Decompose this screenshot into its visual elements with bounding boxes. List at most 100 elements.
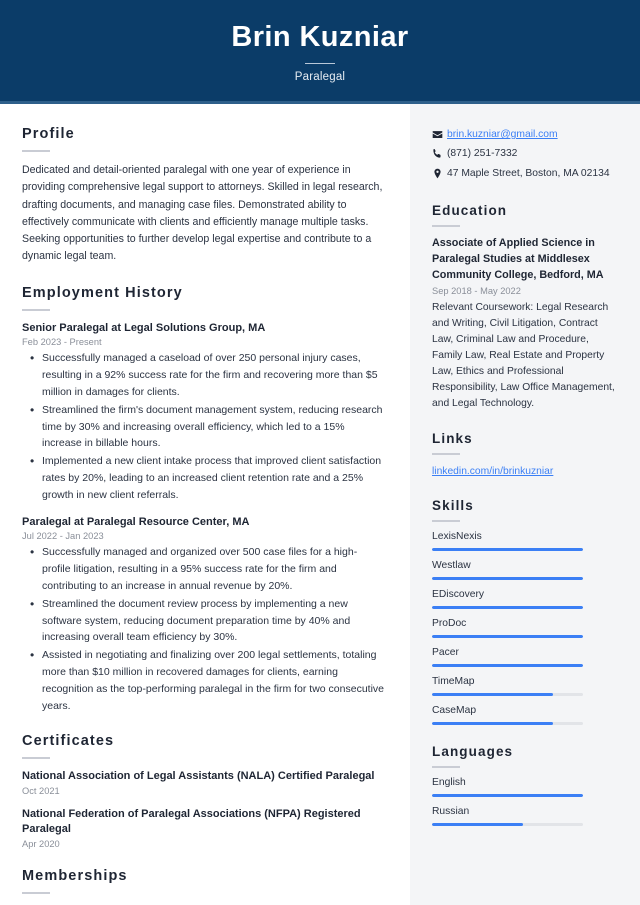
job-entry: Senior Paralegal at Legal Solutions Grou… xyxy=(22,321,384,504)
skill-label: Pacer xyxy=(432,647,459,659)
skill-bar-fill xyxy=(432,664,583,668)
skill-bar-fill xyxy=(432,722,553,726)
job-date: Feb 2023 - Present xyxy=(22,337,102,348)
candidate-job-title: Paralegal xyxy=(294,70,346,83)
skill-item: TimeMap xyxy=(432,676,616,697)
job-bullet: Assisted in negotiating and finalizing o… xyxy=(22,646,384,714)
heading-rule xyxy=(22,150,50,152)
contact-row-email: brin.kuzniar@gmail.com xyxy=(432,128,616,142)
sidebar-column: brin.kuzniar@gmail.com (871) 251-7332 47… xyxy=(410,104,640,905)
section-heading-skills: Skills xyxy=(432,498,474,514)
contact-row-phone: (871) 251-7332 xyxy=(432,147,616,161)
phone-icon xyxy=(432,147,447,159)
skill-label: LexisNexis xyxy=(432,531,482,543)
job-bullet: Successfully managed and organized over … xyxy=(22,543,384,594)
skill-item: EDiscovery xyxy=(432,589,616,610)
skill-bar-fill xyxy=(432,693,553,697)
job-date: Jul 2022 - Jan 2023 xyxy=(22,531,104,542)
language-bar-fill xyxy=(432,794,583,798)
certificate-title: National Federation of Paralegal Associa… xyxy=(22,808,361,836)
section-heading-languages: Languages xyxy=(432,744,514,760)
section-heading-employment: Employment History xyxy=(22,284,183,301)
skill-bar-track xyxy=(432,664,583,668)
address-text: 47 Maple Street, Boston, MA 02134 xyxy=(447,167,610,179)
skill-bar-fill xyxy=(432,577,583,581)
job-bullet: Streamlined the firm's document manageme… xyxy=(22,401,384,452)
skill-bar-track xyxy=(432,722,583,726)
job-title: Senior Paralegal at Legal Solutions Grou… xyxy=(22,321,266,334)
heading-rule xyxy=(432,225,460,228)
certificate-entry: National Federation of Paralegal Associa… xyxy=(22,807,384,849)
header-divider xyxy=(305,62,335,64)
resume-header: Brin Kuzniar Paralegal xyxy=(0,0,640,104)
heading-rule xyxy=(22,308,50,311)
candidate-name: Brin Kuzniar xyxy=(231,21,409,54)
section-heading-certificates: Certificates xyxy=(22,733,115,750)
skill-bar-fill xyxy=(432,635,583,639)
section-education: Education Associate of Applied Science i… xyxy=(432,203,616,412)
heading-rule xyxy=(432,520,460,523)
skill-label: ProDoc xyxy=(432,618,467,630)
skill-label: CaseMap xyxy=(432,705,477,717)
language-item: Russian xyxy=(432,806,616,827)
job-entry: Paralegal at Paralegal Resource Center, … xyxy=(22,515,384,715)
location-icon xyxy=(432,167,447,179)
skill-item: ProDoc xyxy=(432,618,616,639)
profile-text: Dedicated and detail-oriented paralegal … xyxy=(22,164,383,263)
education-date: Sep 2018 - May 2022 xyxy=(432,286,521,297)
skill-bar-fill xyxy=(432,548,583,552)
section-heading-memberships: Memberships xyxy=(22,867,128,884)
job-bullets: Successfully managed a caseload of over … xyxy=(22,349,384,503)
section-skills: Skills LexisNexis Westlaw EDiscovery Pro… xyxy=(432,498,616,726)
language-label: Russian xyxy=(432,806,470,818)
section-links: Links linkedin.com/in/brinkuzniar xyxy=(432,431,616,479)
heading-rule xyxy=(432,766,460,769)
link-row: linkedin.com/in/brinkuzniar xyxy=(432,464,616,479)
language-bar-track xyxy=(432,823,583,827)
skill-label: Westlaw xyxy=(432,560,471,572)
section-languages: Languages English Russian xyxy=(432,744,616,827)
education-description: Relevant Coursework: Legal Research and … xyxy=(432,302,615,409)
language-bar-fill xyxy=(432,823,523,827)
contact-details: brin.kuzniar@gmail.com (871) 251-7332 47… xyxy=(432,128,616,181)
skill-item: LexisNexis xyxy=(432,531,616,552)
skill-bar-track xyxy=(432,693,583,697)
email-link[interactable]: brin.kuzniar@gmail.com xyxy=(447,128,558,142)
skill-bar-track xyxy=(432,577,583,581)
certificate-date: Oct 2021 xyxy=(22,786,60,797)
certificate-entry: National Association of Legal Assistants… xyxy=(22,769,384,796)
job-bullet: Implemented a new client intake process … xyxy=(22,452,384,503)
main-column: Profile Dedicated and detail-oriented pa… xyxy=(0,104,410,905)
linkedin-link[interactable]: linkedin.com/in/brinkuzniar xyxy=(432,466,553,477)
job-bullets: Successfully managed and organized over … xyxy=(22,543,384,714)
section-employment-history: Employment History Senior Paralegal at L… xyxy=(22,285,384,715)
skill-bar-track xyxy=(432,606,583,610)
resume-document: Brin Kuzniar Paralegal Profile Dedicated… xyxy=(0,0,640,905)
section-memberships: Memberships National Association of Lega… xyxy=(22,868,384,905)
resume-body: Profile Dedicated and detail-oriented pa… xyxy=(0,104,640,905)
section-heading-links: Links xyxy=(432,430,473,446)
skill-item: CaseMap xyxy=(432,705,616,726)
certificate-title: National Association of Legal Assistants… xyxy=(22,770,375,783)
heading-rule xyxy=(22,891,50,894)
skill-bar-track xyxy=(432,548,583,552)
language-label: English xyxy=(432,777,466,789)
job-bullet: Streamlined the document review process … xyxy=(22,595,384,646)
language-item: English xyxy=(432,777,616,798)
skill-item: Pacer xyxy=(432,647,616,668)
section-heading-education: Education xyxy=(432,203,508,219)
heading-rule xyxy=(22,757,50,760)
section-certificates: Certificates National Association of Leg… xyxy=(22,733,384,849)
heading-rule xyxy=(432,452,460,455)
skill-label: TimeMap xyxy=(432,676,475,688)
section-heading-profile: Profile xyxy=(22,126,75,142)
contact-row-address: 47 Maple Street, Boston, MA 02134 xyxy=(432,167,616,181)
skill-item: Westlaw xyxy=(432,560,616,581)
email-icon xyxy=(432,128,447,140)
skill-label: EDiscovery xyxy=(432,589,485,601)
job-bullet: Successfully managed a caseload of over … xyxy=(22,349,384,400)
education-degree: Associate of Applied Science in Paralega… xyxy=(432,237,604,281)
section-profile: Profile Dedicated and detail-oriented pa… xyxy=(22,126,384,266)
skill-bar-track xyxy=(432,635,583,639)
language-bar-track xyxy=(432,794,583,798)
